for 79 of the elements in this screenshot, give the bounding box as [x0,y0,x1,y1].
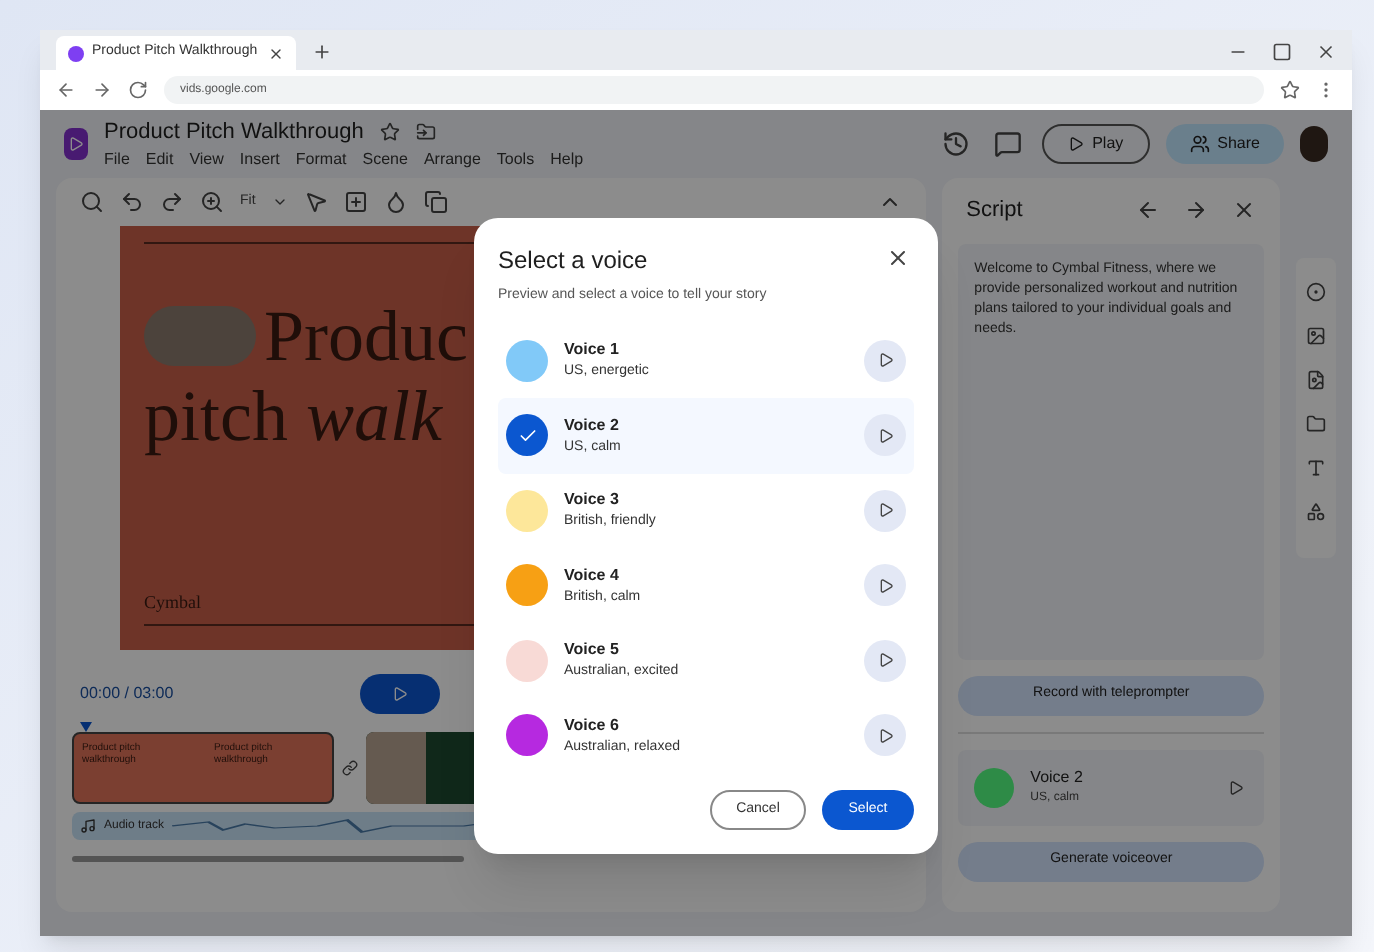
dialog-title: Select a voice [498,244,650,278]
menu-item[interactable]: View [189,148,224,173]
play-icon [1068,136,1085,152]
voice-name: Voice 5 [564,638,621,662]
zoom-icon [200,190,224,214]
folder-icon [1306,414,1327,434]
comment-icon[interactable] [990,126,1027,162]
play-preview-button[interactable] [864,639,906,682]
search-icon [80,190,104,214]
new-tab-icon[interactable] [312,42,332,62]
back-icon [1136,198,1161,223]
cursor-icon [303,190,328,214]
app-logo-icon [64,128,88,160]
play-icon [877,427,893,444]
menu-item[interactable]: Arrange [423,148,481,173]
check-icon [517,425,537,446]
fill-icon [383,190,408,214]
maximize-icon [1272,42,1292,62]
layers-icon [423,190,448,214]
scrollbar[interactable] [72,856,464,862]
back-icon [56,80,76,100]
people-icon [1189,134,1210,154]
photo-placeholder [144,306,256,366]
play-preview-button[interactable] [864,339,906,382]
app-logo-icon [68,45,84,61]
play-preview-button[interactable] [864,414,906,457]
close-icon[interactable] [268,45,284,61]
link-icon [342,760,358,776]
voice-name: Voice 2 [1030,766,1085,790]
voice-name: Voice 1 [564,338,621,362]
forward-icon [1184,198,1209,223]
play-icon [877,727,893,744]
slide-title: pitch walk [144,374,442,460]
panel-title: Script [966,196,1025,226]
record-icon [1306,282,1327,302]
photo-placeholder [366,732,426,804]
avatar[interactable] [1300,126,1328,162]
play-icon [877,502,893,519]
play-icon [877,652,893,669]
redo-icon [160,190,184,214]
forward-icon [92,80,112,100]
document-title: Product Pitch Walkthrough [104,117,364,148]
star-icon [1280,80,1300,100]
caret-icon [271,194,288,210]
play-preview-button[interactable] [864,714,906,757]
shapes-icon [1306,502,1327,522]
menu-item[interactable]: Scene [362,148,408,173]
play-icon [877,352,893,369]
menu-item[interactable]: Insert [239,148,280,173]
play-button[interactable] [360,674,440,714]
share-button[interactable]: Share [1165,124,1284,164]
text-icon [1306,458,1327,478]
play-icon [877,577,893,594]
voice-name: Voice 2 [564,413,621,437]
menu-item[interactable]: Tools [496,148,535,173]
play-preview-button[interactable] [864,564,906,607]
menu-item[interactable]: Help [550,148,584,173]
star-icon [379,122,400,142]
play-button[interactable]: Play [1042,124,1150,164]
undo-icon [120,190,144,214]
voice-name: Voice 3 [564,488,621,512]
menu-item[interactable]: Format [295,148,347,173]
play-icon [392,686,408,702]
close-icon [1316,42,1336,62]
voice-name: Voice 4 [564,563,621,587]
music-note-icon [80,818,96,834]
folder-icon [415,122,436,142]
insert-icon [343,190,368,214]
image-icon [1306,326,1327,346]
menu-item[interactable]: Edit [145,148,174,173]
slide-footer: Cymbal [144,589,201,616]
voice-name: Voice 6 [564,713,621,737]
play-preview-button[interactable] [864,489,906,532]
menu-item[interactable]: File [104,148,130,173]
slide-title: Produc [264,300,468,372]
media-icon [1306,370,1327,390]
time-display: 00:00 / 03:00 [80,682,176,706]
reload-icon [128,80,148,100]
close-icon [1232,198,1257,223]
